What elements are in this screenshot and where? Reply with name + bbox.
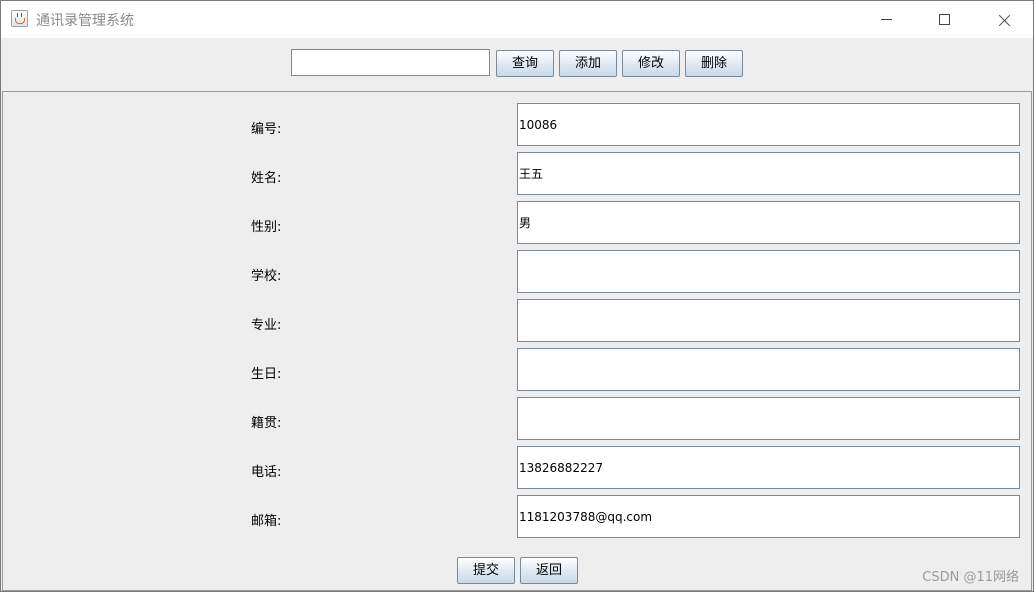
email-field[interactable] (517, 495, 1020, 538)
title-bar[interactable]: 通讯录管理系统 (1, 1, 1033, 38)
add-button[interactable]: 添加 (559, 50, 617, 77)
major-field[interactable] (517, 299, 1020, 342)
query-button[interactable]: 查询 (496, 50, 554, 77)
email-label: 邮箱: (251, 514, 282, 529)
id-label: 编号: (251, 122, 282, 137)
back-button[interactable]: 返回 (520, 557, 578, 584)
window-title: 通讯录管理系统 (36, 13, 134, 29)
contact-form-panel: 编号: 姓名: 性别: 学校: 专业: 生日: 籍贯: 电话: 邮箱: 提交 返… (2, 91, 1032, 591)
phone-field[interactable] (517, 446, 1020, 489)
toolbar: 查询 添加 修改 删除 (1, 38, 1033, 91)
birthday-field[interactable] (517, 348, 1020, 391)
close-button[interactable] (981, 1, 1027, 38)
delete-button[interactable]: 删除 (685, 50, 743, 77)
name-label: 姓名: (251, 171, 282, 186)
school-field[interactable] (517, 250, 1020, 293)
csdn-watermark: CSDN @11网络 (922, 570, 1019, 585)
hometown-label: 籍贯: (251, 416, 282, 431)
java-cup-icon (11, 10, 28, 27)
name-field[interactable] (517, 152, 1020, 195)
id-field[interactable] (517, 103, 1020, 146)
close-icon (1004, 13, 1005, 28)
search-input[interactable] (291, 49, 490, 76)
major-label: 专业: (251, 318, 282, 333)
maximize-icon (939, 14, 950, 25)
maximize-button[interactable] (921, 1, 967, 38)
hometown-field[interactable] (517, 397, 1020, 440)
edit-button[interactable]: 修改 (622, 50, 680, 77)
app-window: 通讯录管理系统 查询 添加 修改 删除 编号: 姓名: 性别: 学校: 专业: … (0, 0, 1034, 592)
gender-label: 性别: (251, 220, 282, 235)
gender-field[interactable] (517, 201, 1020, 244)
minimize-icon (881, 19, 892, 20)
birthday-label: 生日: (251, 367, 282, 382)
phone-label: 电话: (251, 465, 282, 480)
submit-button[interactable]: 提交 (457, 557, 515, 584)
minimize-button[interactable] (863, 1, 909, 38)
school-label: 学校: (251, 269, 282, 284)
